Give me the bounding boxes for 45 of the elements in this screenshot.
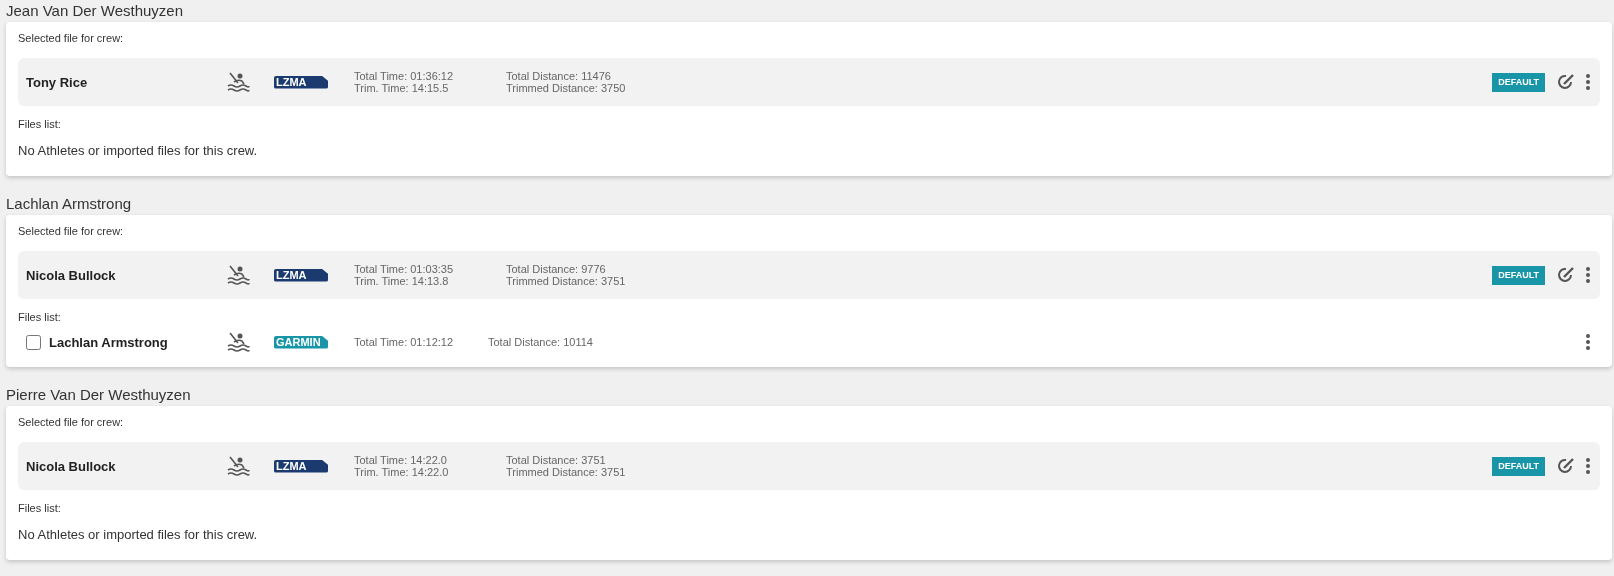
trim-time: Trim. Time: 14:13.8 bbox=[354, 275, 450, 287]
total-distance: Total Distance: 9776 bbox=[506, 263, 607, 275]
total-distance: Total Distance: 10114 bbox=[488, 336, 594, 348]
source-tag: LZMA bbox=[274, 75, 328, 89]
files-label: Files list: bbox=[18, 310, 62, 325]
crew-name: Lachlan Armstrong bbox=[6, 194, 133, 214]
rower-icon bbox=[226, 71, 250, 93]
source-tag: LZMA bbox=[274, 268, 328, 282]
total-time: Total Time: 01:03:35 bbox=[354, 263, 455, 275]
more-button[interactable] bbox=[1584, 331, 1592, 353]
selected-label: Selected file for crew: bbox=[18, 224, 125, 239]
trim-time: Trim. Time: 14:22.0 bbox=[354, 466, 450, 478]
crew-name: Pierre Van Der Westhuyzen bbox=[6, 385, 192, 405]
trimmed-distance: Trimmed Distance: 3751 bbox=[506, 275, 627, 287]
more-button[interactable] bbox=[1584, 455, 1592, 477]
file-checkbox[interactable] bbox=[26, 334, 41, 350]
default-tag: DEFAULT bbox=[1492, 456, 1545, 476]
total-time: Total Time: 14:22.0 bbox=[354, 454, 448, 466]
more-button[interactable] bbox=[1584, 71, 1592, 93]
trimmed-distance: Trimmed Distance: 3750 bbox=[506, 82, 627, 94]
athlete-name: Tony Rice bbox=[26, 74, 89, 90]
more-button[interactable] bbox=[1584, 264, 1592, 286]
total-time: Total Time: 01:12:12 bbox=[354, 336, 455, 348]
source-tag: GARMIN bbox=[274, 335, 328, 349]
trimmed-distance: Trimmed Distance: 3751 bbox=[506, 466, 627, 478]
default-tag: DEFAULT bbox=[1492, 265, 1545, 285]
athlete-name: Nicola Bullock bbox=[26, 267, 117, 283]
total-distance: Total Distance: 3751 bbox=[506, 454, 607, 466]
total-time: Total Time: 01:36:12 bbox=[354, 70, 455, 82]
files-label: Files list: bbox=[18, 117, 62, 132]
rower-icon bbox=[226, 455, 250, 477]
empty-message: No Athletes or imported files for this crew. bbox=[18, 526, 259, 544]
default-tag: DEFAULT bbox=[1492, 72, 1545, 92]
athlete-name: Nicola Bullock bbox=[26, 458, 117, 474]
rower-icon bbox=[226, 331, 250, 353]
selected-label: Selected file for crew: bbox=[18, 31, 125, 46]
athlete-name: Lachlan Armstrong bbox=[49, 334, 169, 350]
rower-icon bbox=[226, 264, 250, 286]
files-label: Files list: bbox=[18, 501, 62, 516]
total-distance: Total Distance: 11476 bbox=[506, 70, 612, 82]
trim-time: Trim. Time: 14:15.5 bbox=[354, 82, 450, 94]
empty-message: No Athletes or imported files for this crew. bbox=[18, 142, 259, 160]
source-tag: LZMA bbox=[274, 459, 328, 473]
crew-name: Jean Van Der Westhuyzen bbox=[6, 1, 185, 21]
selected-label: Selected file for crew: bbox=[18, 415, 125, 430]
